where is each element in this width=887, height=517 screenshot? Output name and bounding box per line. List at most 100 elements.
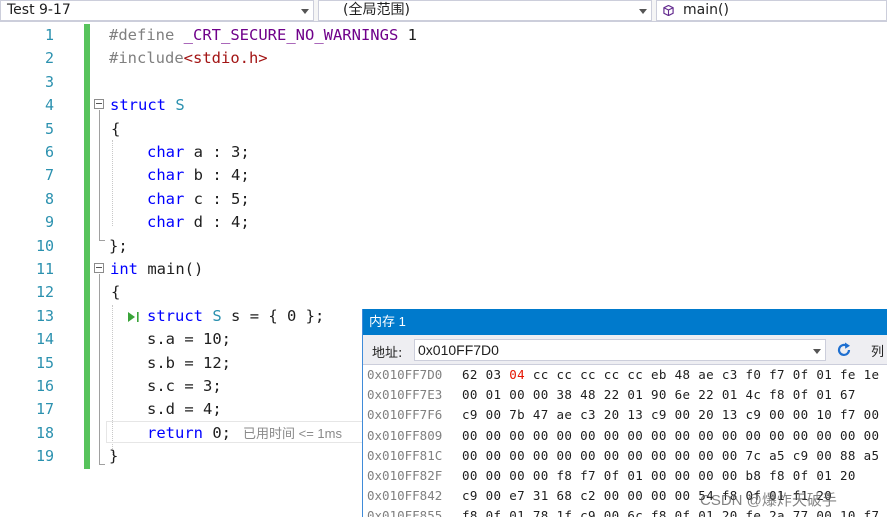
- change-indicator-bar: [84, 24, 90, 469]
- chevron-down-icon[interactable]: [813, 349, 821, 354]
- scope-dropdown[interactable]: (全局范围): [318, 0, 652, 21]
- address-label: 地址:: [372, 346, 403, 361]
- keyword: return: [147, 423, 203, 442]
- memory-row-bytes: 00 00 00 00 00 00 00 00 00 00 00 00 7c a…: [462, 447, 880, 463]
- keyword: struct: [147, 306, 203, 325]
- chevron-down-icon: [639, 9, 647, 14]
- line-number: 18: [35, 423, 54, 442]
- line-number: 10: [35, 236, 54, 255]
- keyword: char: [147, 189, 185, 208]
- memory-row-bytes: 00 01 00 00 38 48 22 01 90 6e 22 01 4c f…: [462, 387, 856, 403]
- code-line-17: s.d = 4;: [147, 400, 222, 419]
- watermark: CSDN @爆炸天破手: [700, 492, 837, 509]
- memory-window: 内存 1 地址: 0x010FF7D0 列 0x010FF7D0 62 03 0…: [362, 309, 887, 517]
- memory-row-address: 0x010FF7D0: [367, 367, 443, 382]
- columns-label[interactable]: 列: [871, 341, 884, 360]
- code-line-19: }: [109, 447, 119, 466]
- code-line-1: #define _CRT_SECURE_NO_WARNINGS 1: [109, 24, 417, 47]
- function-dropdown[interactable]: main(): [656, 0, 887, 21]
- navigation-bar: Test 9-17 (全局范围) main(): [0, 0, 887, 22]
- define-directive: #define: [109, 26, 175, 44]
- code-line-15: s.b = 12;: [147, 353, 231, 372]
- memory-row-address: 0x010FF7E3: [367, 387, 443, 403]
- memory-row: 0x010FF809 00 00 00 00 00 00 00 00 00 00…: [363, 426, 887, 446]
- line-number: 12: [35, 283, 54, 302]
- memory-row: 0x010FF7F6 c9 00 7b 47 ae c3 20 13 c9 00…: [363, 405, 887, 425]
- memory-row-address: 0x010FF809: [367, 427, 443, 443]
- memory-row: 0x010FF82F 00 00 00 00 f8 f7 0f 01 00 00…: [363, 466, 887, 486]
- line-number: 14: [35, 330, 54, 349]
- project-name: Test 9-17: [7, 2, 71, 18]
- line-number: 1: [44, 26, 54, 44]
- memory-row-bytes: 62 03 04 cc cc cc cc cc eb 48 ae c3 f0 f…: [462, 365, 879, 385]
- line-number-gutter: 1 2 3 4 5 6 7 8 9 10 11 12 13 14 15 16 1…: [0, 22, 62, 517]
- type-name: S: [175, 96, 185, 115]
- keyword: int: [110, 260, 138, 278]
- scope-name: (全局范围): [343, 2, 410, 18]
- line-number: 17: [35, 400, 54, 419]
- code-line-5: {: [111, 119, 121, 138]
- line-number: 8: [44, 189, 54, 208]
- memory-row: 0x010FF7E3 00 01 00 00 38 48 22 01 90 6e…: [363, 385, 887, 405]
- code-line-9: char d : 4;: [147, 211, 250, 234]
- line-number: 19: [35, 447, 54, 466]
- line-number: 15: [35, 353, 54, 372]
- line-number: 6: [44, 143, 54, 161]
- line-number: 7: [44, 166, 54, 185]
- type-name: S: [212, 306, 222, 325]
- macro-value: 1: [407, 26, 417, 44]
- refresh-icon[interactable]: [835, 341, 853, 359]
- code-line-11: int main(): [110, 258, 203, 281]
- memory-row-address: 0x010FF842: [367, 488, 443, 504]
- memory-window-title[interactable]: 内存 1: [363, 309, 887, 335]
- keyword: char: [147, 166, 185, 185]
- run-to-click-icon[interactable]: [126, 309, 142, 325]
- collapse-main-icon[interactable]: [94, 263, 104, 273]
- indent-guide: [112, 140, 113, 226]
- chevron-down-icon: [301, 9, 309, 14]
- bytes-segment: cc cc cc cc cc eb 48 ae c3 f0 f7 0f 01 f…: [525, 367, 880, 382]
- line-number: 13: [35, 306, 54, 325]
- bytes-segment: 62 03: [462, 367, 510, 382]
- field-decl: b : 4;: [193, 166, 250, 185]
- memory-address-bar: 地址: 0x010FF7D0 列: [363, 335, 887, 365]
- outline-end: [99, 240, 105, 241]
- changed-byte: 04: [509, 367, 526, 382]
- memory-row: 0x010FF7D0 62 03 04 cc cc cc cc cc eb 48…: [363, 365, 887, 385]
- memory-row-address: 0x010FF855: [367, 508, 443, 517]
- code-line-8: char c : 5;: [147, 188, 250, 211]
- header-name: <stdio.h>: [183, 49, 268, 68]
- memory-row-address: 0x010FF81C: [367, 447, 443, 463]
- line-number: 4: [44, 96, 54, 115]
- line-number: 16: [35, 377, 54, 395]
- return-value: 0;: [212, 423, 232, 442]
- function-name: main(): [683, 2, 729, 18]
- field-decl: d : 4;: [193, 213, 250, 232]
- keyword: char: [147, 143, 185, 161]
- code-line-12: {: [111, 283, 121, 302]
- include-directive: #include: [109, 49, 184, 68]
- purple-cube-icon: [663, 5, 674, 16]
- address-value: 0x010FF7D0: [418, 342, 499, 358]
- code-line-14: s.a = 10;: [147, 330, 231, 349]
- code-line-4: struct S: [110, 94, 185, 117]
- macro-name: _CRT_SECURE_NO_WARNINGS: [183, 26, 399, 44]
- perf-tip[interactable]: 已用时间 <= 1ms: [243, 426, 342, 441]
- code-line-2: #include<stdio.h>: [109, 47, 268, 70]
- memory-row-bytes: c9 00 7b 47 ae c3 20 13 c9 00 20 13 c9 0…: [462, 407, 880, 423]
- code-line-7: char b : 4;: [147, 164, 250, 187]
- memory-row: 0x010FF81C 00 00 00 00 00 00 00 00 00 00…: [363, 446, 887, 466]
- memory-row-bytes: 00 00 00 00 00 00 00 00 00 00 00 00 00 0…: [462, 427, 880, 443]
- code-line-13: struct S s = { 0 };: [147, 305, 324, 328]
- address-input[interactable]: 0x010FF7D0: [414, 339, 826, 361]
- keyword: struct: [110, 96, 166, 115]
- line-number: 3: [44, 72, 54, 91]
- collapse-struct-icon[interactable]: [94, 99, 104, 109]
- outline-end: [99, 464, 105, 465]
- project-dropdown[interactable]: Test 9-17: [0, 0, 314, 21]
- code-line-16: s.c = 3;: [147, 377, 222, 395]
- code-line-6: char a : 3;: [147, 141, 250, 164]
- outline-line: [99, 110, 100, 240]
- line-number: 11: [35, 260, 54, 278]
- declaration: s = { 0 };: [231, 306, 325, 325]
